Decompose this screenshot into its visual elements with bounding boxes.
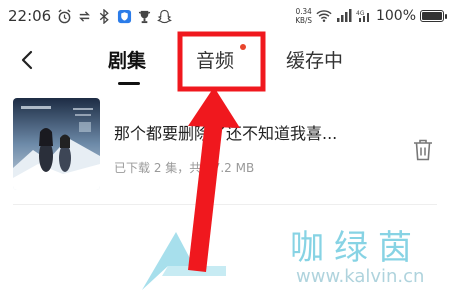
network-speed-value: 0.34 [295, 7, 312, 16]
status-bar: 22:06 0.34 KB/S 4G 100% [0, 0, 450, 34]
drama-title: 那个都要删除了还不知道我喜... [114, 124, 338, 143]
back-button[interactable] [16, 48, 40, 72]
wifi-icon [316, 8, 332, 24]
alarm-icon [56, 8, 72, 24]
network-speed-unit: KB/S [295, 16, 312, 25]
active-tab-indicator [118, 82, 140, 85]
list-divider [13, 204, 437, 205]
battery-level [422, 12, 442, 20]
battery-icon [420, 10, 447, 22]
signal-icon [336, 8, 352, 24]
shield-app-icon [116, 8, 132, 24]
status-icons-left [56, 7, 172, 25]
download-summary: 已下载 2 集，共 47.2 MB [114, 161, 255, 175]
trash-icon [414, 139, 432, 161]
download-list-item[interactable]: 那个都要删除了还不知道我喜... 已下载 2 集，共 47.2 MB [0, 92, 450, 200]
network-speed: 0.34 KB/S [295, 7, 312, 25]
svg-text:4G: 4G [356, 10, 365, 17]
tab-audio[interactable]: 音频 [196, 46, 234, 73]
snapchat-icon [156, 8, 172, 24]
battery-percent: 100% [375, 8, 416, 24]
trophy-icon [136, 8, 152, 24]
back-arrow-icon [21, 50, 33, 70]
watermark-url: www.kalvin.cn [296, 266, 425, 287]
delete-button[interactable] [412, 138, 434, 162]
sync-icon [76, 8, 92, 24]
audio-new-badge [240, 44, 246, 50]
tab-bar: 剧集 音频 缓存中 [0, 34, 450, 86]
status-icons-right: 0.34 KB/S 4G 100% [295, 5, 447, 27]
signal-4g-icon: 4G [356, 8, 372, 24]
tab-downloading[interactable]: 缓存中 [286, 46, 343, 73]
tab-episodes[interactable]: 剧集 [108, 46, 146, 73]
drama-cover-thumbnail [13, 98, 100, 190]
bluetooth-icon [96, 8, 112, 24]
watermark-name: 咖绿茵 [290, 228, 422, 268]
status-time: 22:06 [8, 7, 52, 25]
watermark-logo [128, 214, 228, 290]
